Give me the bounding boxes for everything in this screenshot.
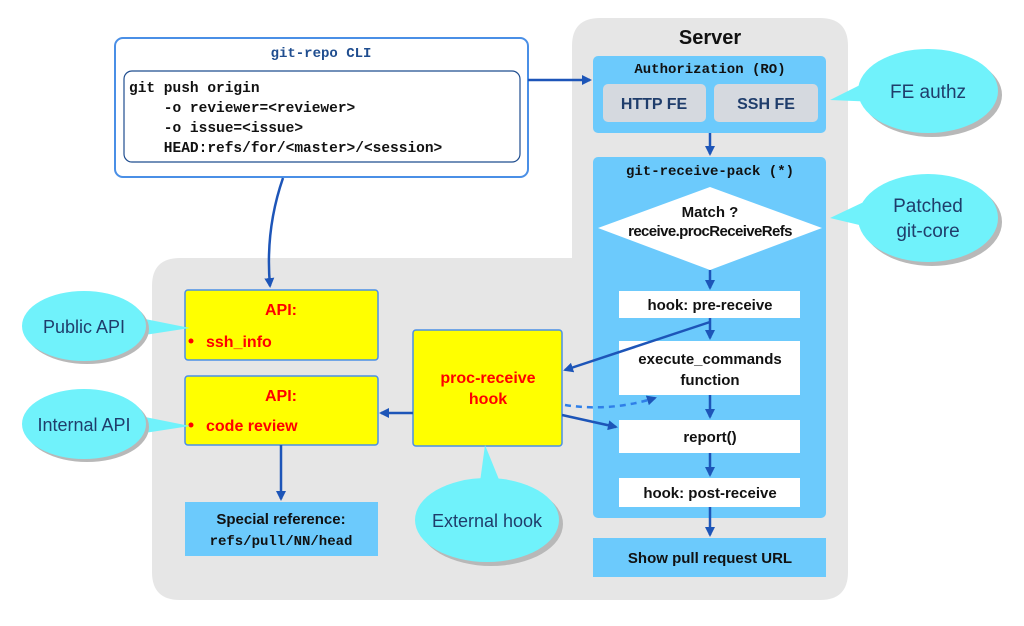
proc-receive-line2: hook xyxy=(469,391,507,408)
callout-fe-authz-label: FE authz xyxy=(890,82,966,103)
report-label: report() xyxy=(683,429,736,446)
api-public-title: API: xyxy=(265,302,297,319)
callout-internal-api-label: Internal API xyxy=(37,415,130,435)
callout-public-api-label: Public API xyxy=(43,317,125,337)
cli-line: -o issue=<issue> xyxy=(129,121,303,137)
diagram: Server git-repo CLI git push origin -o r… xyxy=(22,18,1002,600)
bullet-icon xyxy=(188,338,194,344)
callout-patched-line2: git-core xyxy=(896,221,959,242)
proc-receive-line1: proc-receive xyxy=(440,370,535,387)
callout-fe-authz: FE authz xyxy=(830,49,1002,137)
authorization-title: Authorization (RO) xyxy=(634,62,785,78)
decision-line2: receive.procReceiveRefs xyxy=(628,223,792,240)
authorization-box: Authorization (RO) HTTP FE SSH FE xyxy=(593,56,826,133)
server-title: Server xyxy=(679,27,741,49)
cli-line: git push origin xyxy=(129,81,260,97)
execute-line1: execute_commands xyxy=(638,351,781,368)
http-fe-label: HTTP FE xyxy=(621,96,688,113)
decision-line1: Match ? xyxy=(682,204,739,221)
cli-box: git-repo CLI git push origin -o reviewer… xyxy=(114,37,529,178)
callout-external-hook-label: External hook xyxy=(432,511,543,531)
special-ref-line1: Special reference: xyxy=(216,511,345,528)
post-receive-label: hook: post-receive xyxy=(643,485,776,502)
callout-patched: Patched git-core xyxy=(830,174,1002,266)
receive-pack-title: git-receive-pack (*) xyxy=(626,164,794,180)
api-public-box: API: ssh_info xyxy=(184,289,379,361)
cli-line: -o reviewer=<reviewer> xyxy=(129,101,355,117)
special-ref-line2: refs/pull/NN/head xyxy=(210,534,353,550)
ssh-fe-label: SSH FE xyxy=(737,96,795,113)
show-url-label: Show pull request URL xyxy=(628,550,792,567)
api-internal-item: code review xyxy=(206,418,298,435)
pre-receive-label: hook: pre-receive xyxy=(647,297,772,314)
callout-patched-line1: Patched xyxy=(893,196,963,217)
cli-line: HEAD:refs/for/<master>/<session> xyxy=(129,141,442,157)
api-internal-title: API: xyxy=(265,388,297,405)
proc-receive-box: proc-receive hook xyxy=(412,329,563,447)
api-public-item: ssh_info xyxy=(206,334,272,351)
api-internal-box: API: code review xyxy=(184,375,379,446)
execute-line2: function xyxy=(680,372,739,389)
bullet-icon xyxy=(188,422,194,428)
cli-title: git-repo CLI xyxy=(271,46,372,62)
